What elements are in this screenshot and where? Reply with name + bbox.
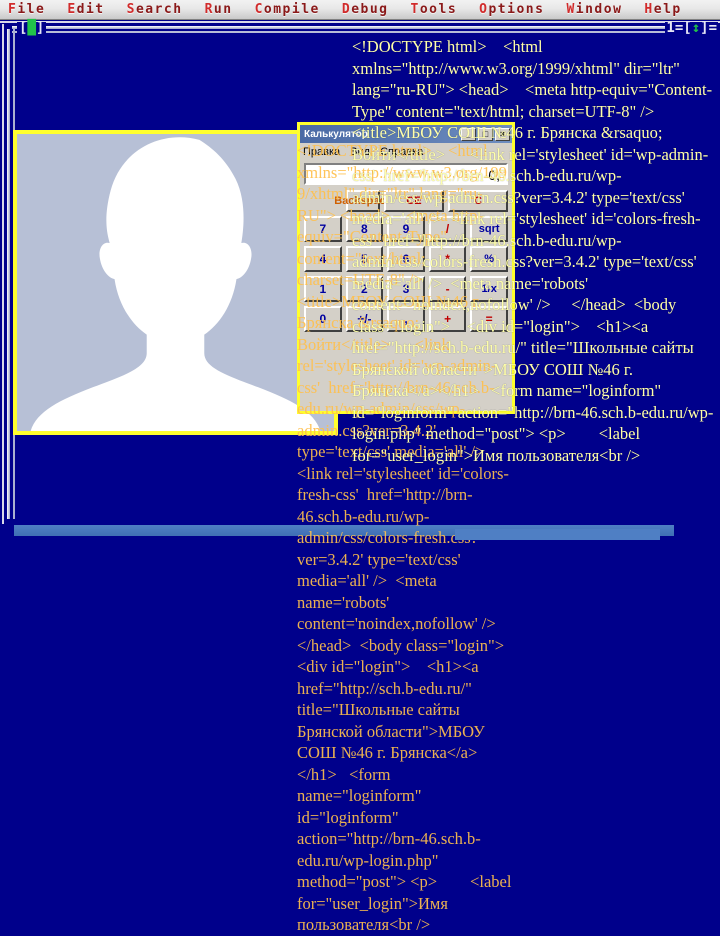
- key-4[interactable]: 4: [304, 246, 342, 272]
- menu-item-tools[interactable]: Tools: [411, 2, 458, 17]
- close-box-marker: █: [27, 20, 36, 36]
- key-7[interactable]: 7: [304, 216, 342, 242]
- window-title-rule: [12, 26, 708, 29]
- avatar-placeholder-panel: default user avatar silhouette: [13, 130, 338, 435]
- menu-item-window[interactable]: Window: [566, 2, 622, 17]
- menu-item-edit[interactable]: Edit: [67, 2, 104, 17]
- resize-box-suffix: ]=: [700, 20, 717, 36]
- menu-item-file[interactable]: File: [8, 2, 45, 17]
- window-border-top: [0, 21, 720, 23]
- menu-item-run[interactable]: Run: [205, 2, 233, 17]
- window-resize-box[interactable]: 1=[↕]=: [665, 20, 718, 36]
- html-source-text: <!DOCTYPE html> <html xmlns="http://www.…: [352, 37, 714, 465]
- calc-menu-edit[interactable]: Правка: [303, 146, 340, 158]
- menu-item-help[interactable]: Help: [644, 2, 681, 17]
- menu-item-compile[interactable]: Compile: [255, 2, 320, 17]
- window-border-left: [2, 24, 4, 524]
- close-box-bracket-right: ]: [35, 20, 45, 36]
- text-selection-highlight: [455, 529, 660, 540]
- menu-item-search[interactable]: Search: [127, 2, 183, 17]
- menu-item-debug[interactable]: Debug: [342, 2, 389, 17]
- window-title-rule-2: [12, 31, 708, 33]
- resize-box-prefix: =[: [674, 20, 692, 36]
- avatar-silhouette-icon: [30, 137, 321, 431]
- key-1[interactable]: 1: [304, 276, 342, 302]
- window-close-box[interactable]: [█]: [17, 20, 47, 36]
- window-number: 1: [666, 20, 675, 36]
- menu-item-options[interactable]: Options: [479, 2, 544, 17]
- key-0[interactable]: 0: [304, 306, 342, 332]
- window-border-left-2: [7, 29, 10, 519]
- resize-arrow-icon: ↕: [691, 20, 701, 36]
- ide-menu-bar: File Edit Search Run Compile Debug Tools…: [0, 0, 720, 20]
